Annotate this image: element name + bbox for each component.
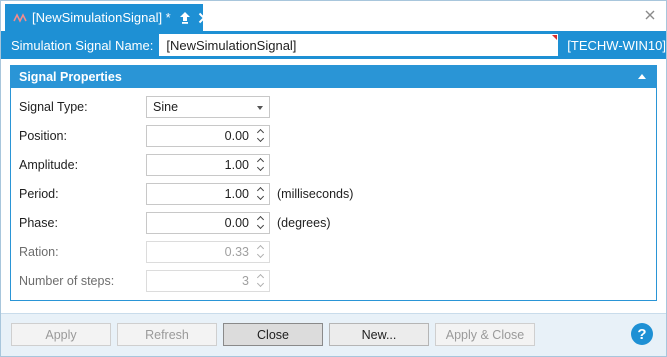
spin-down-icon[interactable]	[257, 165, 265, 172]
amplitude-value: 1.00	[224, 158, 249, 172]
signal-type-select[interactable]: Sine	[146, 96, 270, 118]
panel-title: Signal Properties	[19, 70, 122, 84]
signal-name-label: Simulation Signal Name:	[11, 37, 154, 53]
spin-arrows	[257, 274, 265, 288]
signal-properties-panel: Signal Properties Signal Type: Sine Posi…	[10, 65, 657, 301]
steps-value: 3	[242, 274, 249, 288]
period-unit: (milliseconds)	[277, 187, 354, 201]
apply-button[interactable]: Apply	[11, 323, 111, 346]
phase-value: 0.00	[224, 216, 249, 230]
period-row: Period: 1.00 (milliseconds)	[19, 183, 353, 205]
document-tab-title: [NewSimulationSignal] *	[32, 10, 171, 25]
period-stepper[interactable]: 1.00	[146, 183, 270, 205]
ration-row: Ration: 0.33	[19, 241, 270, 263]
phase-row: Phase: 0.00 (degrees)	[19, 212, 331, 234]
action-bar: Apply Refresh Close New... Apply & Close…	[1, 313, 666, 356]
help-icon[interactable]: ?	[631, 323, 653, 345]
spin-arrows[interactable]	[257, 158, 265, 172]
collapse-icon[interactable]	[638, 74, 646, 79]
spin-arrows[interactable]	[257, 216, 265, 230]
signal-editor-window: [NewSimulationSignal] * Simulation Signa…	[0, 0, 667, 357]
spin-arrows[interactable]	[257, 187, 265, 201]
spin-down-icon[interactable]	[257, 223, 265, 230]
ration-label: Ration:	[19, 245, 59, 259]
refresh-button[interactable]: Refresh	[117, 323, 217, 346]
signal-name-bar: Simulation Signal Name: [NewSimulationSi…	[1, 31, 666, 59]
required-marker	[552, 35, 558, 40]
document-tab[interactable]: [NewSimulationSignal] *	[5, 4, 209, 31]
spin-down-icon[interactable]	[257, 136, 265, 143]
signal-name-value: [NewSimulationSignal]	[166, 37, 297, 53]
new-button[interactable]: New...	[329, 323, 429, 346]
spin-down-icon	[257, 252, 265, 259]
close-window-icon[interactable]	[644, 9, 656, 21]
close-button[interactable]: Close	[223, 323, 323, 346]
pin-icon[interactable]	[178, 11, 192, 25]
machine-name: [TECHW-WIN10]	[567, 37, 666, 53]
close-tab-icon[interactable]	[197, 11, 211, 25]
signal-type-row: Signal Type: Sine	[19, 96, 270, 118]
steps-row: Number of steps: 3	[19, 270, 270, 292]
steps-stepper: 3	[146, 270, 270, 292]
ration-value: 0.33	[224, 245, 249, 259]
period-label: Period:	[19, 187, 59, 201]
phase-stepper[interactable]: 0.00	[146, 212, 270, 234]
phase-label: Phase:	[19, 216, 58, 230]
signal-type-value: Sine	[153, 100, 179, 114]
position-label: Position:	[19, 129, 67, 143]
signal-name-input[interactable]: [NewSimulationSignal]	[159, 34, 559, 56]
position-stepper[interactable]: 0.00	[146, 125, 270, 147]
document-tabstrip: [NewSimulationSignal] *	[1, 1, 666, 31]
amplitude-row: Amplitude: 1.00	[19, 154, 270, 176]
chevron-down-icon	[257, 106, 263, 110]
signal-icon	[13, 11, 27, 25]
panel-header[interactable]: Signal Properties	[11, 66, 656, 88]
phase-unit: (degrees)	[277, 216, 331, 230]
spin-down-icon	[257, 281, 265, 288]
spin-down-icon[interactable]	[257, 194, 265, 201]
apply-close-button[interactable]: Apply & Close	[435, 323, 535, 346]
position-row: Position: 0.00	[19, 125, 270, 147]
position-value: 0.00	[224, 129, 249, 143]
amplitude-stepper[interactable]: 1.00	[146, 154, 270, 176]
signal-type-label: Signal Type:	[19, 100, 88, 114]
ration-stepper: 0.33	[146, 241, 270, 263]
period-value: 1.00	[224, 187, 249, 201]
amplitude-label: Amplitude:	[19, 158, 79, 172]
spin-arrows	[257, 245, 265, 259]
spin-arrows[interactable]	[257, 129, 265, 143]
steps-label: Number of steps:	[19, 274, 115, 288]
